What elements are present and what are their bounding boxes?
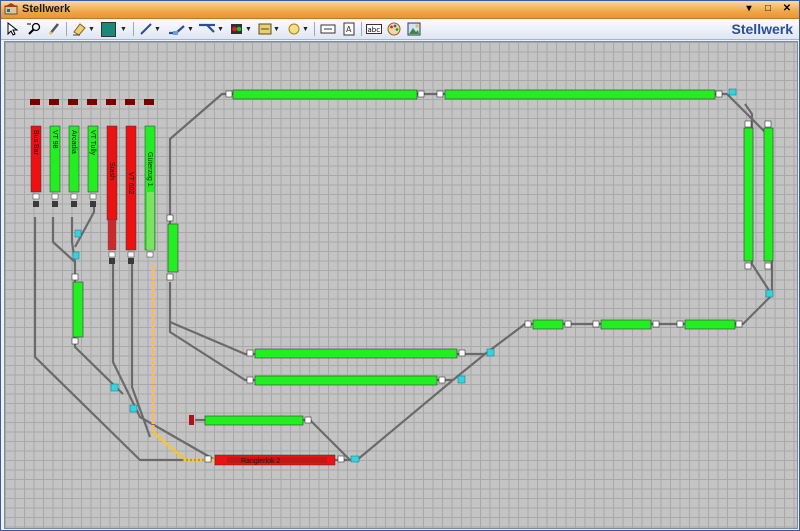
buffer-stop <box>189 415 194 425</box>
block-icon[interactable]: ▼ <box>257 21 281 37</box>
track-block[interactable] <box>232 89 418 100</box>
buffer-stop <box>106 99 116 105</box>
block-label-v6: VT 602 <box>127 172 134 195</box>
switch[interactable] <box>110 383 119 392</box>
window-title: Stellwerk <box>22 3 71 15</box>
circle-icon[interactable]: ▼ <box>286 21 310 37</box>
title-bar[interactable]: Stellwerk ▾ □ ✕ <box>1 1 799 19</box>
track-straight-icon[interactable]: ▼ <box>167 21 195 37</box>
track-block[interactable] <box>254 375 438 386</box>
block-label-v4: VT Tully <box>89 130 96 156</box>
track-diagram-canvas[interactable]: Bus Bar VT 98 Arcadia VT Tully Stash VT … <box>4 41 798 529</box>
text-frame-icon[interactable] <box>319 21 337 37</box>
buffer-stop <box>68 99 78 105</box>
minimize-button[interactable]: ▾ <box>742 2 756 16</box>
maximize-button[interactable]: □ <box>761 2 775 16</box>
svg-text:abc: abc <box>368 26 381 34</box>
palette-icon[interactable] <box>386 21 402 37</box>
free-blocks <box>72 89 774 426</box>
block-label-v1: Bus Bar <box>32 130 39 156</box>
block-label-v2: VT 98 <box>51 130 58 149</box>
switch[interactable] <box>72 251 80 260</box>
svg-text:A: A <box>346 25 352 34</box>
track-block[interactable] <box>204 415 304 426</box>
block-label-v3: Arcadia <box>70 130 77 154</box>
toolbar: ▼ ▼ ▼ ▼ ▼ ▼ ▼ ▼ A abc Stellwerk <box>1 19 799 40</box>
signal-icon[interactable]: ▼ <box>229 21 253 37</box>
track-block[interactable] <box>684 319 736 330</box>
select-pointer-icon[interactable] <box>5 21 19 37</box>
buffer-stop <box>49 99 59 105</box>
abc-text-icon[interactable]: abc <box>365 21 383 37</box>
track-plan: Bus Bar VT 98 Arcadia VT Tully Stash VT … <box>30 88 774 466</box>
app-label: Stellwerk <box>731 21 793 37</box>
label-icon[interactable]: A <box>341 21 357 37</box>
buffer-stop <box>87 99 97 105</box>
zoom-tool-icon[interactable] <box>25 21 43 37</box>
track-block[interactable] <box>444 89 716 100</box>
track-block[interactable] <box>743 127 754 262</box>
switch[interactable] <box>74 229 82 238</box>
track-block[interactable] <box>72 281 84 338</box>
track-block[interactable] <box>532 319 564 330</box>
line-tool-icon[interactable]: ▼ <box>138 21 162 37</box>
track-block[interactable] <box>600 319 652 330</box>
block-label-bottom: Rangierlok 2 <box>241 458 280 465</box>
fill-color-icon[interactable]: ▼ <box>99 21 129 37</box>
pencil-icon[interactable] <box>47 21 61 37</box>
image-icon[interactable] <box>406 21 422 37</box>
switch[interactable] <box>486 348 495 357</box>
switch[interactable] <box>129 404 138 413</box>
buffer-stop <box>125 99 135 105</box>
track-block[interactable] <box>167 223 179 273</box>
buffer-stop <box>144 99 154 105</box>
switch[interactable] <box>457 375 466 384</box>
switch[interactable] <box>765 289 774 298</box>
eraser-icon[interactable]: ▼ <box>71 21 95 37</box>
stellwerk-app-icon <box>4 3 18 15</box>
close-button[interactable]: ✕ <box>780 2 794 16</box>
stellwerk-window: Stellwerk ▾ □ ✕ ▼ ▼ ▼ ▼ ▼ ▼ ▼ ▼ A abc St… <box>0 0 800 531</box>
block-label-v7: Güterzug 1 <box>146 152 153 187</box>
block-label-v5: Stash <box>108 162 115 180</box>
buffer-stop <box>30 99 40 105</box>
track-switch-icon[interactable]: ▼ <box>197 21 225 37</box>
siding-blocks <box>30 99 156 264</box>
track-block[interactable] <box>763 127 774 262</box>
switch[interactable] <box>350 455 360 463</box>
track-block[interactable] <box>254 348 458 359</box>
switch[interactable] <box>728 88 737 96</box>
